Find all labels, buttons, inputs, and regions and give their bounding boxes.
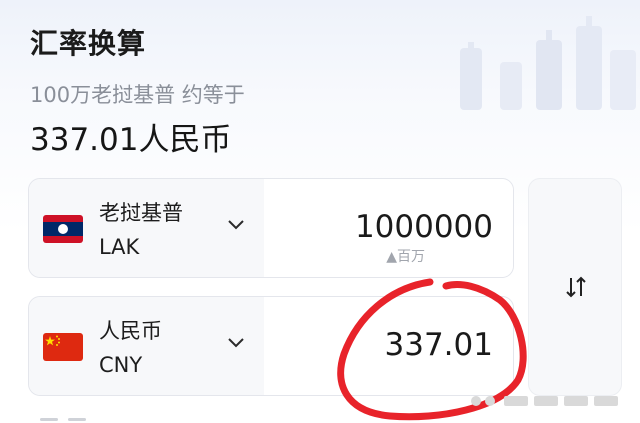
laos-flag-icon (43, 215, 83, 243)
watermark-logo (471, 396, 618, 406)
from-currency-name: 老挝基普 (99, 201, 183, 225)
footer-divider (40, 418, 58, 421)
to-currency-selector[interactable]: 人民币 CNY (29, 297, 264, 395)
swap-currencies-button[interactable] (528, 178, 622, 396)
background-skyline-decoration (460, 16, 636, 110)
footer-divider (68, 418, 86, 421)
from-currency-card: 老挝基普 LAK 1000000 ▲百万 (28, 178, 514, 278)
swap-arrows-icon (566, 276, 586, 298)
from-currency-selector[interactable]: 老挝基普 LAK (29, 179, 264, 277)
conversion-result: 337.01人民币 (30, 122, 232, 158)
from-amount-value: 1000000 (354, 209, 493, 245)
chevron-down-icon (228, 220, 244, 230)
china-flag-icon (43, 333, 83, 361)
conversion-subtitle: 100万老挝基普 约等于 (30, 83, 245, 107)
from-amount-field[interactable]: 1000000 ▲百万 (264, 179, 513, 277)
exchange-screen: { "header": { "title": "汇率换算" }, "summar… (0, 0, 640, 423)
page-title: 汇率换算 (30, 27, 147, 60)
chevron-down-icon (228, 338, 244, 348)
to-currency-code: CNY (99, 353, 143, 377)
from-amount-unit-hint: ▲百万 (386, 249, 425, 265)
from-currency-code: LAK (99, 235, 140, 259)
to-currency-name: 人民币 (99, 319, 162, 343)
